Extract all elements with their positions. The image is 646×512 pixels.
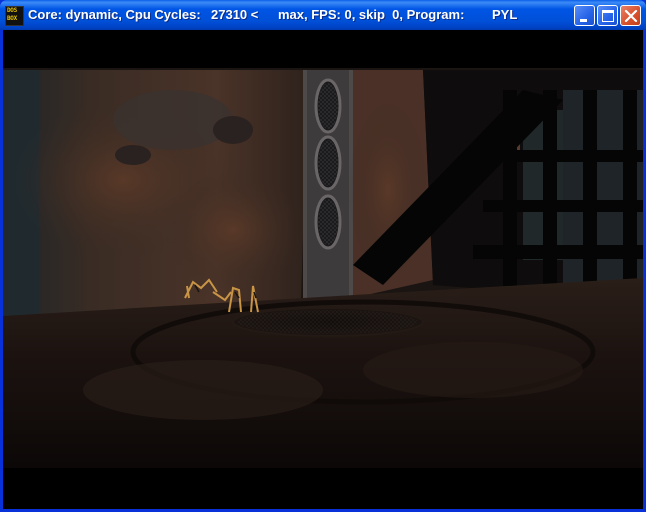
game-viewport[interactable] [3, 30, 643, 509]
title-status-text: max, FPS: 0, skip 0, Program: [278, 7, 465, 22]
minimize-icon [580, 19, 587, 22]
minimize-button[interactable] [574, 5, 595, 26]
maximize-button[interactable] [597, 5, 618, 26]
title-program-text: PYL [492, 7, 518, 22]
maximize-icon [602, 10, 614, 22]
title-cycles-text: 27310 < [211, 7, 259, 22]
game-scene [3, 30, 643, 509]
title-bar[interactable]: DOS BOX Core: dynamic, Cpu Cycles: 27310… [0, 0, 646, 30]
close-icon [624, 9, 638, 23]
title-core-text: Core: dynamic, Cpu Cycles: [28, 7, 201, 22]
dosbox-window: DOS BOX Core: dynamic, Cpu Cycles: 27310… [0, 0, 646, 512]
close-button[interactable] [620, 5, 641, 26]
app-icon-text-top: DOS [7, 7, 17, 14]
app-icon-text-bottom: BOX [7, 15, 17, 22]
dosbox-app-icon[interactable]: DOS BOX [5, 6, 24, 26]
